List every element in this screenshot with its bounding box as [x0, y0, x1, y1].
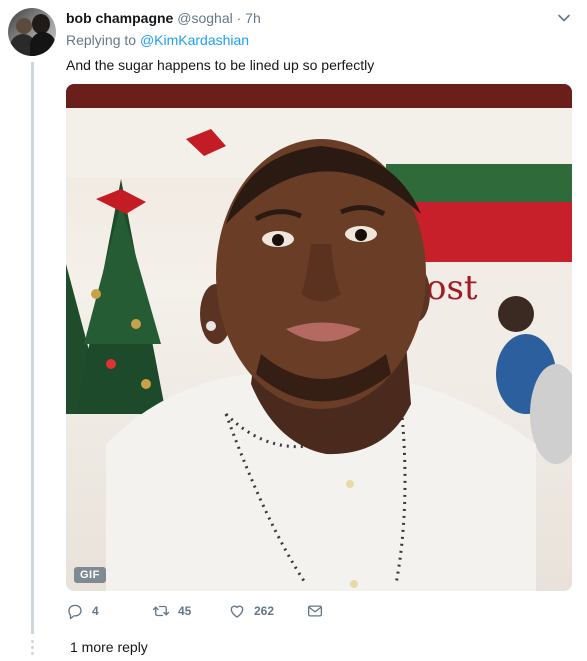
- author-handle[interactable]: @soghal: [177, 10, 232, 26]
- svg-text:ost: ost: [426, 268, 478, 308]
- like-button[interactable]: 262: [228, 602, 274, 620]
- retweet-button[interactable]: 45: [152, 602, 191, 620]
- gif-frame: ost: [66, 84, 572, 591]
- avatar[interactable]: [8, 8, 56, 56]
- retweet-icon: [152, 605, 170, 617]
- reply-button[interactable]: 4: [66, 602, 99, 620]
- direct-message-button[interactable]: [306, 602, 324, 620]
- chevron-down-icon[interactable]: [556, 10, 572, 26]
- thread-dots: [31, 640, 34, 658]
- tweet-text: And the sugar happens to be lined up so …: [66, 57, 375, 73]
- heart-icon: [230, 605, 244, 618]
- replying-prefix: Replying to: [66, 32, 137, 48]
- more-replies-link[interactable]: 1 more reply: [70, 638, 148, 656]
- header-separator: ·: [236, 10, 242, 26]
- tweet-actions: 4 45 262: [66, 602, 546, 622]
- reply-icon: [68, 604, 82, 620]
- tweet-time[interactable]: 7h: [245, 10, 261, 26]
- tweet-header: bob champagne @soghal · 7h: [66, 9, 261, 27]
- author-name[interactable]: bob champagne: [66, 10, 173, 26]
- replying-mention[interactable]: @KimKardashian: [140, 32, 249, 48]
- like-count: 262: [254, 604, 275, 618]
- tweet-media-gif[interactable]: ost GIF: [66, 84, 572, 591]
- replying-to: Replying to @KimKardashian: [66, 31, 249, 49]
- retweet-count: 45: [178, 604, 192, 618]
- envelope-icon: [307, 605, 323, 617]
- reply-count: 4: [92, 604, 99, 618]
- gif-badge: GIF: [74, 567, 106, 583]
- thread-line: [31, 62, 34, 634]
